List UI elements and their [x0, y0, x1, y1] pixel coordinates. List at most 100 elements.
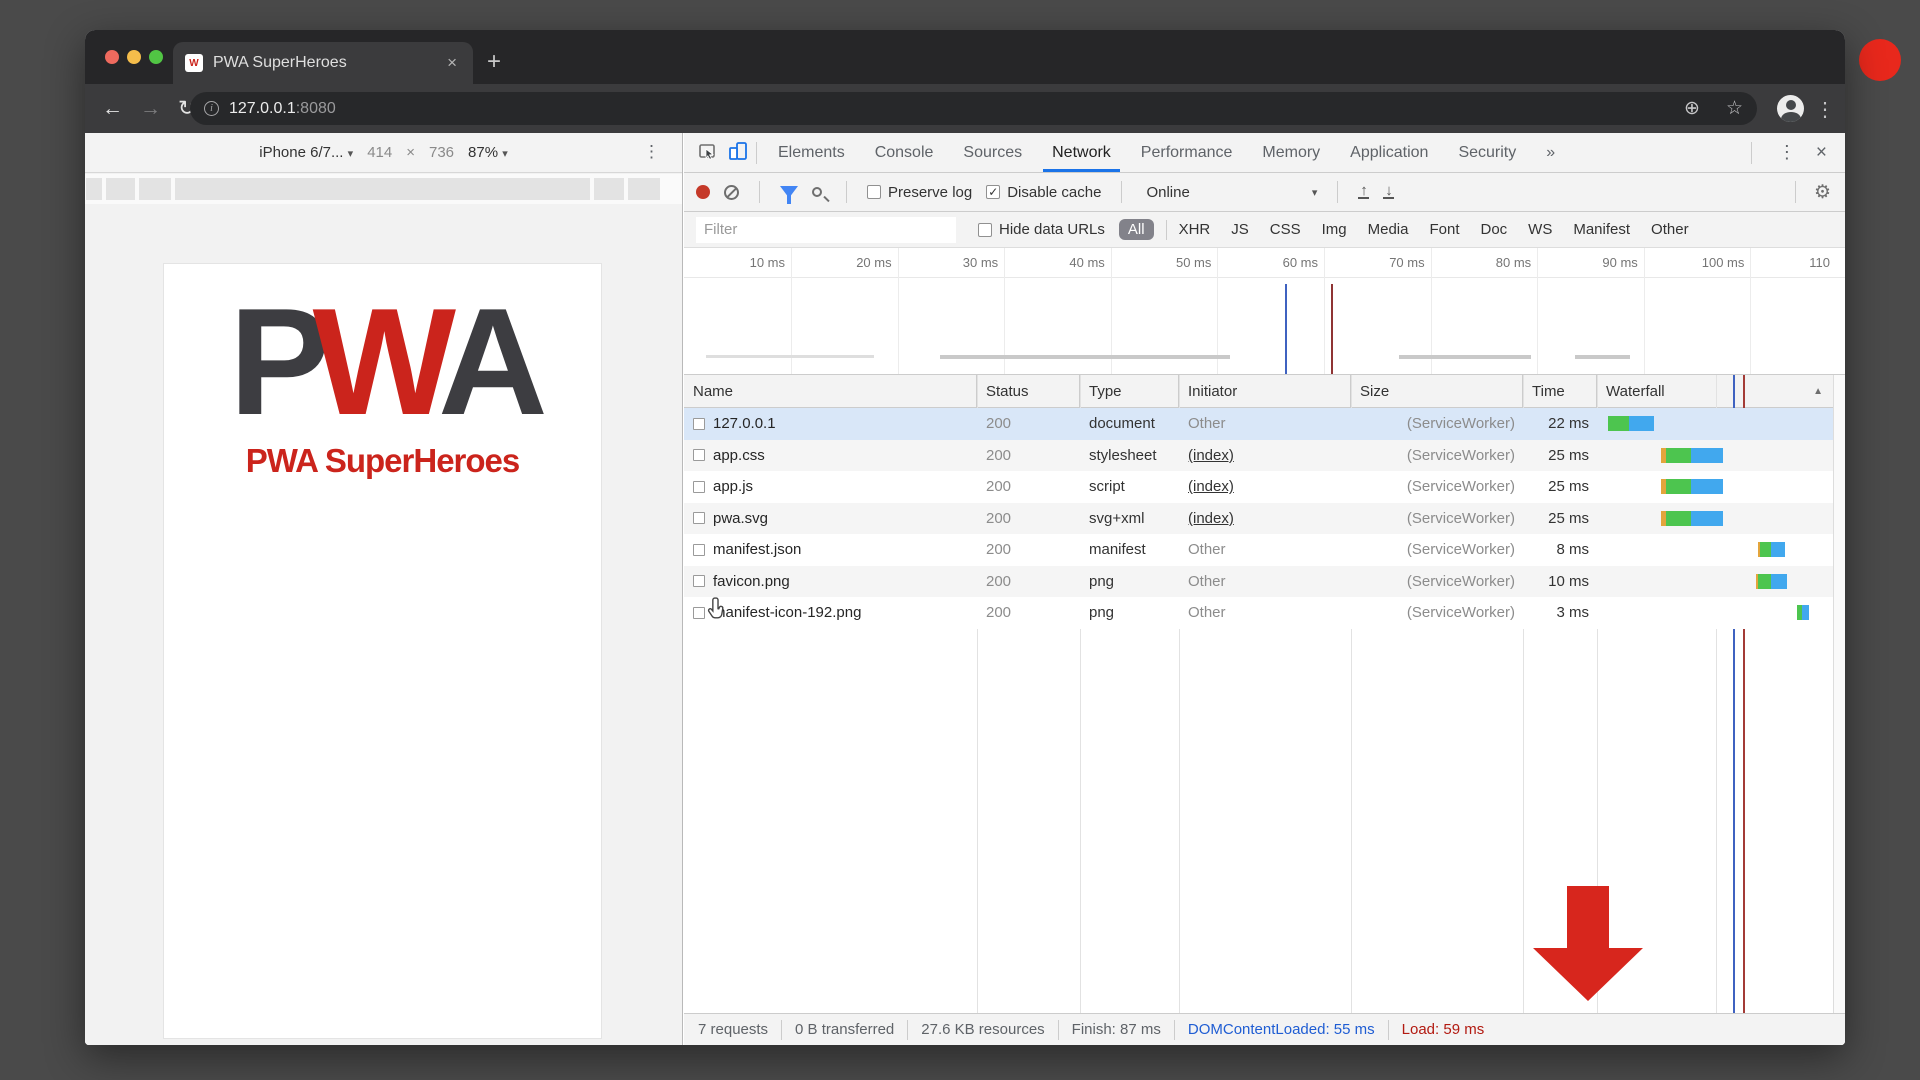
preserve-log-toggle[interactable]: Preserve log: [867, 184, 972, 201]
row-checkbox[interactable]: [693, 481, 705, 493]
browser-tab-active[interactable]: W PWA SuperHeroes ×: [173, 42, 473, 84]
column-header-status[interactable]: Status: [977, 375, 1080, 407]
device-toolbar-menu-icon[interactable]: ⋮: [643, 142, 660, 162]
profile-avatar[interactable]: [1777, 95, 1804, 122]
devtools-tab-network[interactable]: Network: [1037, 133, 1126, 172]
filter-pill-manifest[interactable]: Manifest: [1573, 221, 1630, 238]
filter-pill-doc[interactable]: Doc: [1480, 221, 1507, 238]
inspect-element-icon[interactable]: [698, 141, 718, 165]
devtools-tab-performance[interactable]: Performance: [1126, 133, 1248, 172]
column-header-waterfall[interactable]: Waterfall▲: [1597, 375, 1833, 407]
tab-overflow[interactable]: »: [1531, 133, 1570, 172]
timeline-tick-label: 50 ms: [1176, 255, 1211, 270]
filter-pill-xhr[interactable]: XHR: [1179, 221, 1211, 238]
request-type: png: [1080, 604, 1179, 621]
request-size: (ServiceWorker): [1351, 447, 1523, 464]
bookmark-star-icon[interactable]: ☆: [1726, 97, 1743, 120]
waterfall-segment: [1771, 542, 1785, 557]
column-header-initiator[interactable]: Initiator: [1179, 375, 1351, 407]
disable-cache-checkbox[interactable]: ✓: [986, 185, 1000, 199]
column-header-type[interactable]: Type: [1080, 375, 1179, 407]
waterfall-segment: [1629, 416, 1654, 431]
row-checkbox[interactable]: [693, 418, 705, 430]
devtools-tab-memory[interactable]: Memory: [1247, 133, 1335, 172]
column-header-size[interactable]: Size: [1351, 375, 1523, 407]
disable-cache-toggle[interactable]: ✓ Disable cache: [986, 184, 1101, 201]
window-minimize-button[interactable]: [127, 50, 141, 64]
request-row-favicon.png[interactable]: favicon.png200pngOther(ServiceWorker)10 …: [684, 566, 1833, 598]
request-initiator[interactable]: (index): [1179, 510, 1351, 527]
request-initiator[interactable]: (index): [1179, 478, 1351, 495]
tab-close-icon[interactable]: ×: [443, 53, 461, 73]
search-icon[interactable]: [812, 187, 822, 197]
devtools-tab-application[interactable]: Application: [1335, 133, 1443, 172]
window-zoom-button[interactable]: [149, 50, 163, 64]
preserve-log-checkbox[interactable]: [867, 185, 881, 199]
filter-input[interactable]: [696, 217, 956, 243]
throttling-select[interactable]: Online ▾: [1142, 184, 1317, 201]
browser-menu-icon[interactable]: ⋮: [1815, 97, 1835, 122]
clear-network-log-icon[interactable]: [724, 185, 739, 200]
record-network-log-button[interactable]: [696, 185, 710, 199]
url-omnibox[interactable]: i 127.0.0.1 :8080 ⊕ ☆: [190, 92, 1757, 125]
zoom-page-icon[interactable]: ⊕: [1684, 97, 1700, 120]
filter-pill-font[interactable]: Font: [1429, 221, 1459, 238]
request-size: (ServiceWorker): [1351, 541, 1523, 558]
devtools-menu-icon[interactable]: ⋮: [1778, 142, 1796, 163]
import-har-icon[interactable]: ↑: [1358, 186, 1369, 199]
devtools-close-icon[interactable]: ×: [1816, 142, 1827, 164]
pwa-logo: PWA: [164, 286, 601, 438]
network-overview-timeline[interactable]: 10 ms20 ms30 ms40 ms50 ms60 ms70 ms80 ms…: [684, 248, 1845, 375]
device-select[interactable]: iPhone 6/7... ▾: [259, 144, 353, 161]
hide-data-urls-toggle[interactable]: Hide data URLs: [978, 221, 1105, 238]
row-checkbox[interactable]: [693, 544, 705, 556]
devtools-tab-security[interactable]: Security: [1443, 133, 1531, 172]
device-zoom-select[interactable]: 87% ▾: [468, 144, 508, 161]
filter-pill-css[interactable]: CSS: [1270, 221, 1301, 238]
request-row-pwa.svg[interactable]: pwa.svg200svg+xml(index)(ServiceWorker)2…: [684, 503, 1833, 535]
summary-load: Load: 59 ms: [1389, 1021, 1498, 1038]
column-header-time[interactable]: Time: [1523, 375, 1597, 407]
request-row-127.0.0.1[interactable]: 127.0.0.1200documentOther(ServiceWorker)…: [684, 408, 1833, 440]
browser-address-bar: ← → ↻ i 127.0.0.1 :8080 ⊕ ☆ ⋮: [85, 84, 1845, 133]
filter-pill-other[interactable]: Other: [1651, 221, 1689, 238]
devtools-tab-sources[interactable]: Sources: [948, 133, 1037, 172]
new-tab-button[interactable]: +: [487, 47, 501, 77]
device-page-screen[interactable]: PWA PWA SuperHeroes: [163, 263, 602, 1039]
forward-icon[interactable]: →: [140, 97, 161, 121]
page-info-icon[interactable]: i: [204, 101, 219, 116]
toggle-device-toolbar-icon[interactable]: [728, 141, 750, 165]
export-har-icon[interactable]: ↓: [1383, 186, 1394, 199]
scrollbar-gutter[interactable]: [1833, 375, 1845, 1016]
divider: [759, 181, 760, 203]
filter-pill-ws[interactable]: WS: [1528, 221, 1552, 238]
filter-funnel-icon[interactable]: [780, 186, 798, 198]
request-row-manifest.json[interactable]: manifest.json200manifestOther(ServiceWor…: [684, 534, 1833, 566]
device-width-field[interactable]: 414: [367, 144, 392, 161]
request-row-app.js[interactable]: app.js200script(index)(ServiceWorker)25 …: [684, 471, 1833, 503]
column-header-name[interactable]: Name: [684, 375, 977, 407]
waterfall-segment: [1771, 574, 1787, 589]
back-icon[interactable]: ←: [102, 97, 123, 121]
filter-pill-img[interactable]: Img: [1322, 221, 1347, 238]
request-row-app.css[interactable]: app.css200stylesheet(index)(ServiceWorke…: [684, 440, 1833, 472]
request-initiator[interactable]: (index): [1179, 447, 1351, 464]
window-close-button[interactable]: [105, 50, 119, 64]
device-height-field[interactable]: 736: [429, 144, 454, 161]
row-checkbox[interactable]: [693, 512, 705, 524]
waterfall-bar: [1661, 448, 1723, 463]
url-port: :8080: [296, 100, 336, 118]
devtools-tab-elements[interactable]: Elements: [763, 133, 860, 172]
timeline-gridline: [898, 248, 899, 374]
tab-title: PWA SuperHeroes: [213, 54, 443, 72]
filter-pill-all[interactable]: All: [1119, 219, 1154, 240]
settings-gear-icon[interactable]: ⚙: [1814, 181, 1831, 204]
row-checkbox[interactable]: [693, 575, 705, 587]
filter-pill-media[interactable]: Media: [1368, 221, 1409, 238]
row-checkbox[interactable]: [693, 607, 705, 619]
request-row-manifest-icon-192.png[interactable]: manifest-icon-192.png200pngOther(Service…: [684, 597, 1833, 629]
hide-data-urls-checkbox[interactable]: [978, 223, 992, 237]
devtools-tab-console[interactable]: Console: [860, 133, 949, 172]
filter-pill-js[interactable]: JS: [1231, 221, 1249, 238]
row-checkbox[interactable]: [693, 449, 705, 461]
